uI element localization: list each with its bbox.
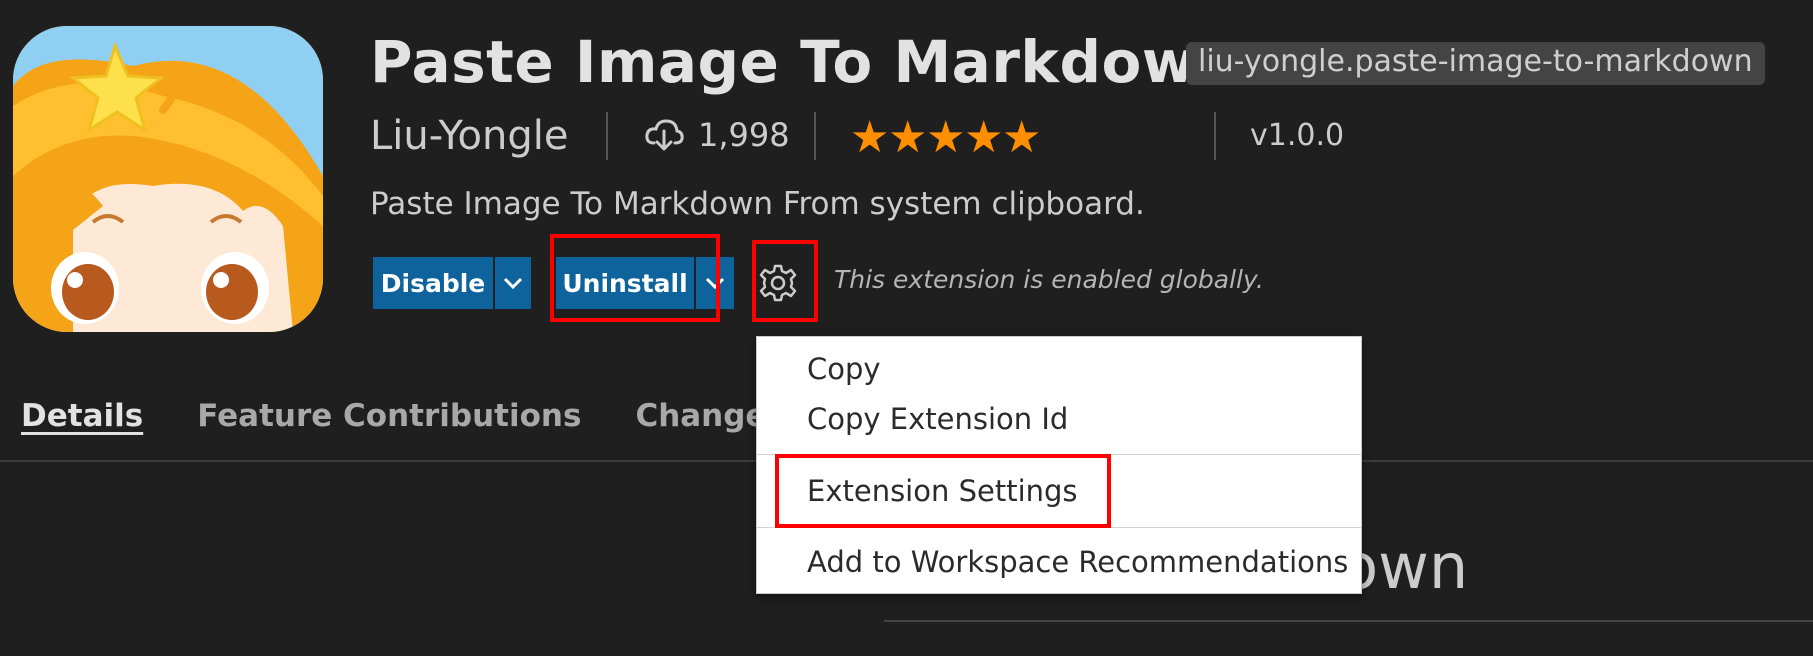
install-count-value: 1,998 [698,116,790,154]
meta-divider [1214,112,1216,160]
details-tabs: Details Feature Contributions Changelog [21,398,875,434]
extension-title: Paste Image To Markdown. [370,28,1261,96]
star-icon: ★ [850,112,890,163]
extension-details-page: Paste Image To Markdown. liu-yongle.past… [0,0,1813,656]
disable-button[interactable]: Disable [373,257,493,309]
star-icon: ★ [964,112,1004,163]
extension-description: Paste Image To Markdown From system clip… [370,186,1145,222]
install-count: 1,998 [644,116,790,154]
highlight-uninstall [550,234,720,322]
menu-item-copy-extension-id[interactable]: Copy Extension Id [807,402,1068,436]
tab-feature-contributions[interactable]: Feature Contributions [197,398,581,434]
highlight-gear [752,240,818,322]
extension-logo [13,26,323,332]
star-icon: ★ [888,112,928,163]
readme-heading-rule [884,620,1813,622]
tab-details[interactable]: Details [21,398,143,434]
menu-item-copy[interactable]: Copy [807,352,881,386]
meta-divider [606,112,608,160]
highlight-extension-settings [775,454,1111,528]
chevron-down-icon [503,277,523,290]
extension-status-text: This extension is enabled globally. [834,265,1264,294]
extension-identifier-badge: liu-yongle.paste-image-to-markdown [1186,42,1765,85]
menu-item-add-to-workspace-recommendations[interactable]: Add to Workspace Recommendations [807,545,1348,579]
extension-meta-row: Liu-Yongle [370,108,569,164]
extension-title-row: Paste Image To Markdown. [370,28,1260,96]
disable-button-group: Disable [373,257,531,309]
extension-version: v1.0.0 [1250,118,1345,153]
cloud-download-icon [645,119,684,151]
star-icon: ★ [1002,112,1042,163]
disable-dropdown-button[interactable] [493,257,531,309]
star-icon: ★ [926,112,966,163]
rating-stars[interactable]: ★ ★ ★ ★ ★ [850,110,1042,166]
meta-divider [814,112,816,160]
publisher-link[interactable]: Liu-Yongle [370,113,569,159]
